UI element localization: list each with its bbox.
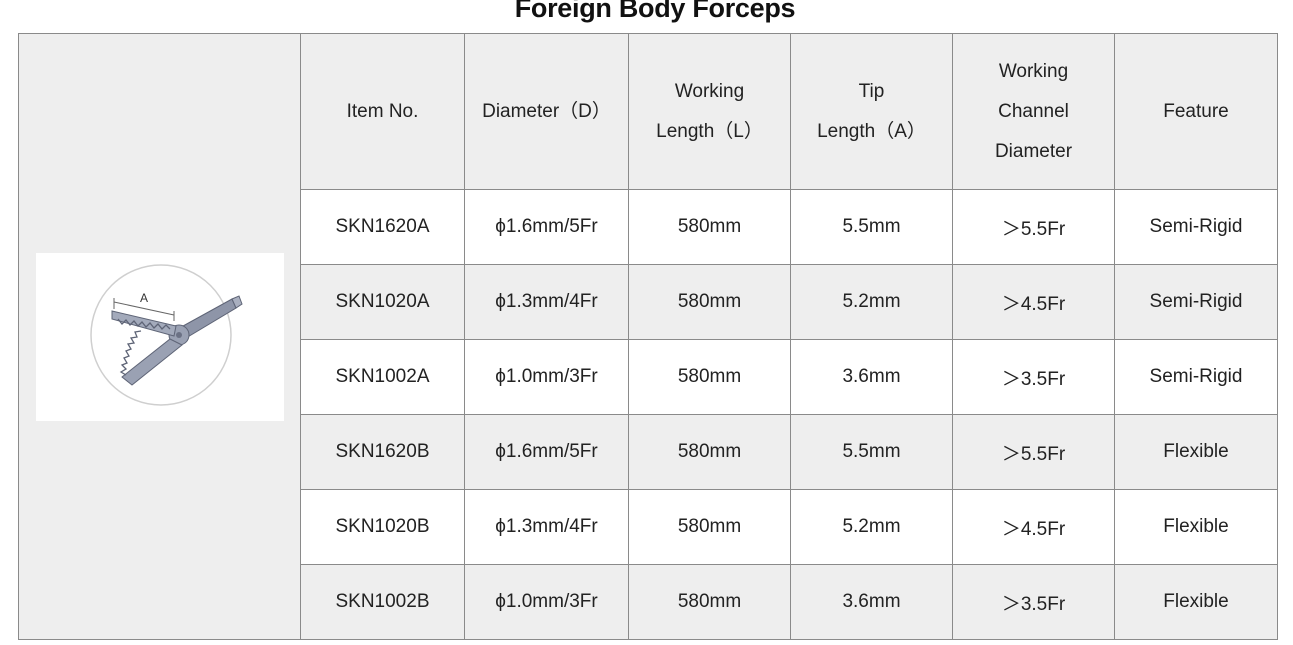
cell-tip-length: 3.6mm (790, 564, 953, 640)
cell-feature: Semi-Rigid (1114, 339, 1278, 415)
cell-feature: Flexible (1114, 564, 1278, 640)
header-item-no: Item No. (300, 33, 465, 190)
cell-working-length: 580mm (628, 489, 791, 565)
header-feature: Feature (1114, 33, 1278, 190)
cell-feature: Semi-Rigid (1114, 189, 1278, 265)
cell-tip-length: 5.5mm (790, 189, 953, 265)
cell-item-no: SKN1620A (300, 189, 465, 265)
cell-item-no: SKN1020A (300, 264, 465, 340)
cell-working-length: 580mm (628, 414, 791, 490)
cell-item-no: SKN1002A (300, 339, 465, 415)
forceps-tip-illustration-icon: A (89, 263, 243, 406)
cell-tip-length: 5.2mm (790, 264, 953, 340)
dimension-label: A (140, 291, 148, 305)
spec-table: A Item No. Diameter（D） Working Length（L） … (18, 33, 1278, 640)
cell-diameter: ϕ1.0mm/3Fr (464, 564, 629, 640)
page-title: Foreign Body Forceps (514, 0, 796, 23)
cell-diameter: ϕ1.0mm/3Fr (464, 339, 629, 415)
cell-working-length: 580mm (628, 339, 791, 415)
cell-feature: Flexible (1114, 489, 1278, 565)
cell-tip-length: 5.2mm (790, 489, 953, 565)
cell-feature: Semi-Rigid (1114, 264, 1278, 340)
product-image: A (35, 252, 284, 421)
cell-feature: Flexible (1114, 414, 1278, 490)
header-row: A Item No. Diameter（D） Working Length（L） … (18, 33, 1278, 640)
cell-channel: ＞3.5Fr (952, 339, 1115, 415)
cell-item-no: SKN1002B (300, 564, 465, 640)
cell-channel: ＞4.5Fr (952, 264, 1115, 340)
cell-working-length: 580mm (628, 564, 791, 640)
header-diameter: Diameter（D） (464, 33, 629, 190)
cell-tip-length: 3.6mm (790, 339, 953, 415)
cell-diameter: ϕ1.3mm/4Fr (464, 489, 629, 565)
cell-channel: ＞5.5Fr (952, 189, 1115, 265)
cell-working-length: 580mm (628, 264, 791, 340)
cell-tip-length: 5.5mm (790, 414, 953, 490)
cell-diameter: ϕ1.6mm/5Fr (464, 189, 629, 265)
cell-item-no: SKN1020B (300, 489, 465, 565)
cell-diameter: ϕ1.3mm/4Fr (464, 264, 629, 340)
header-working-length: Working Length（L） (628, 33, 791, 190)
cell-item-no: SKN1620B (300, 414, 465, 490)
cell-channel: ＞4.5Fr (952, 489, 1115, 565)
cell-diameter: ϕ1.6mm/5Fr (464, 414, 629, 490)
cell-channel: ＞5.5Fr (952, 414, 1115, 490)
header-working-channel-diameter: Working Channel Diameter (952, 33, 1115, 190)
cell-channel: ＞3.5Fr (952, 564, 1115, 640)
cell-working-length: 580mm (628, 189, 791, 265)
header-tip-length: Tip Length（A） (790, 33, 953, 190)
product-image-cell: A (18, 33, 301, 640)
